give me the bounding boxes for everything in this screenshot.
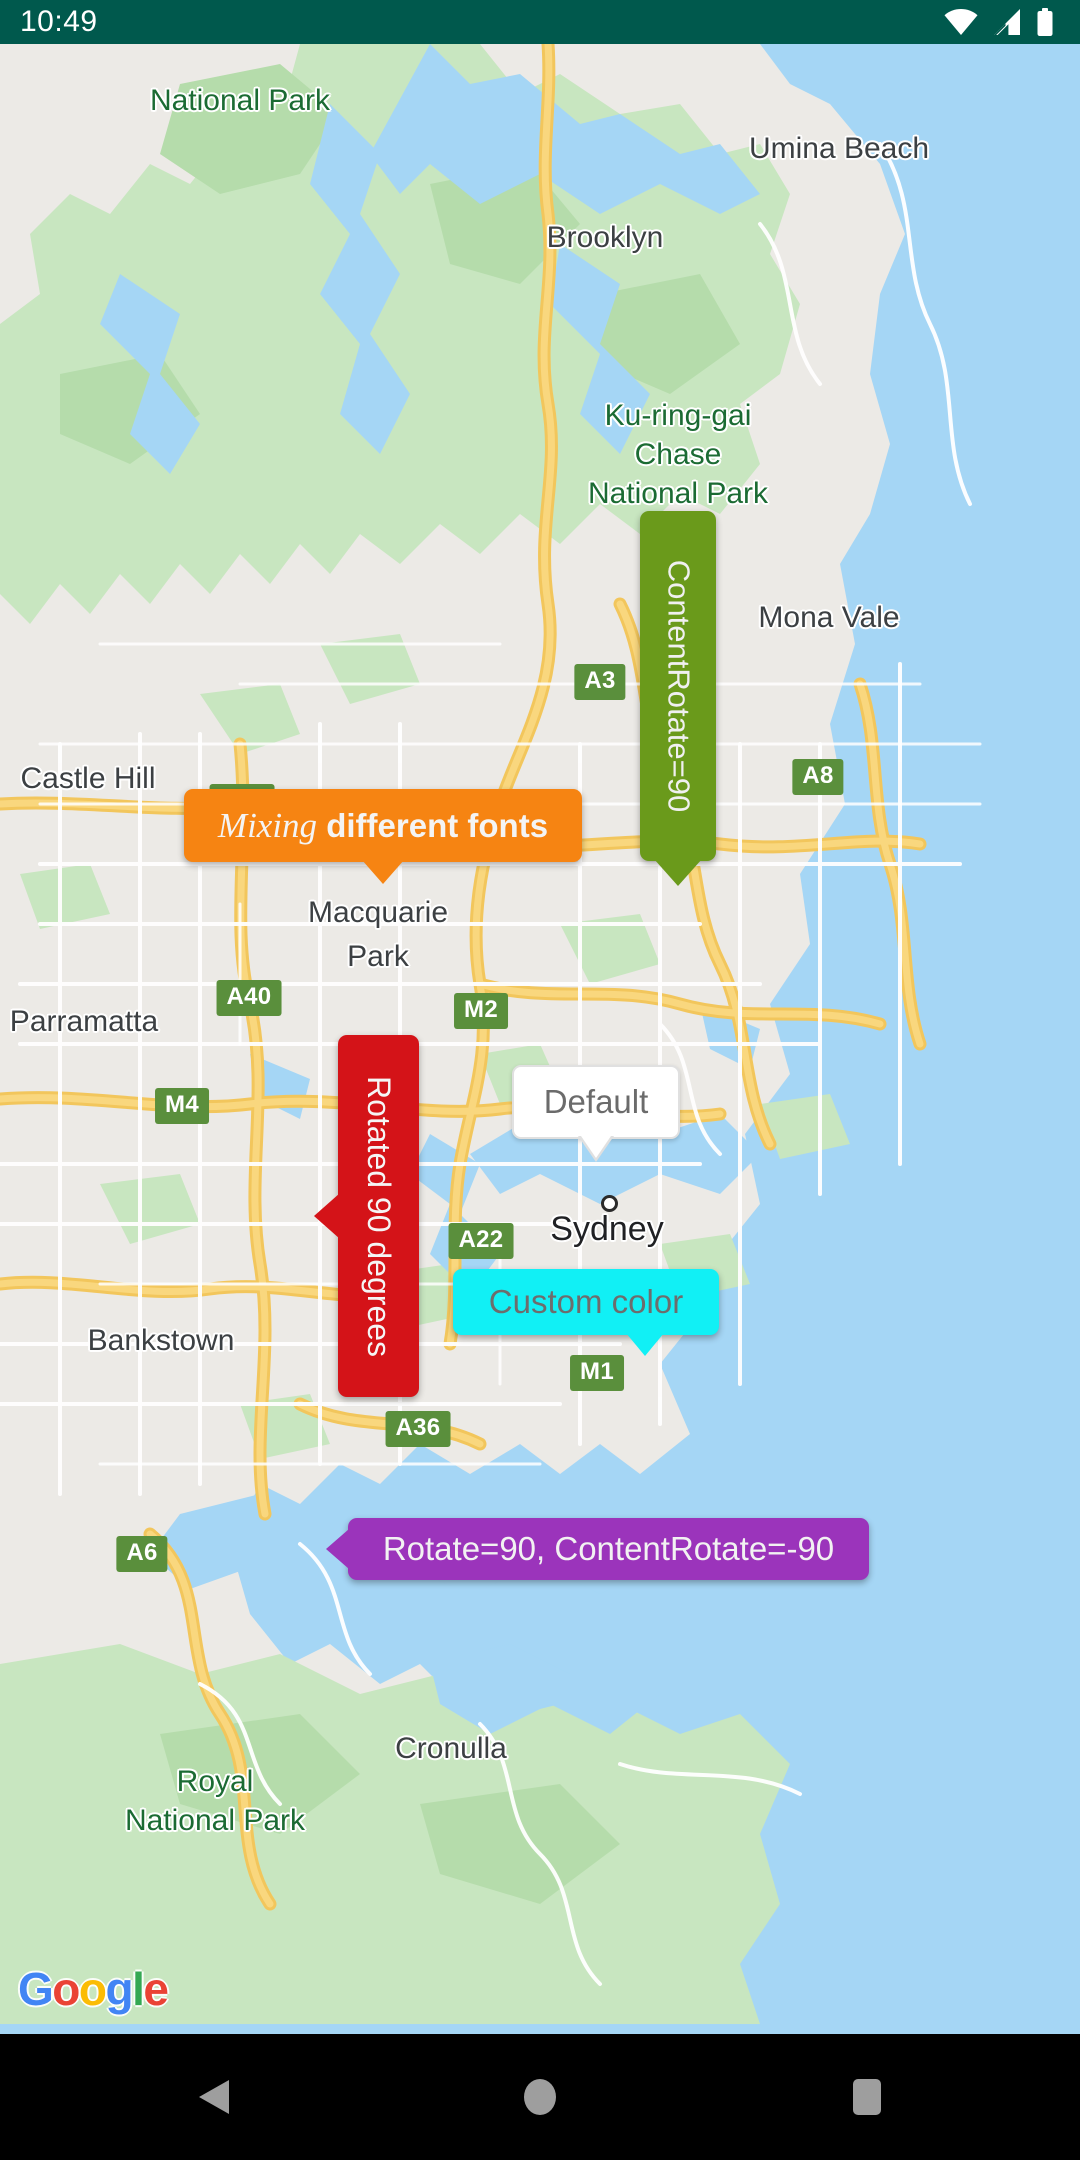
callout-tail bbox=[654, 859, 702, 886]
rotate-contentrotate-callout-label: Rotate=90, ContentRotate=-90 bbox=[382, 1530, 835, 1567]
status-bar-icons bbox=[944, 8, 1060, 36]
callout-tail bbox=[581, 1136, 611, 1158]
map-canvas[interactable]: .land{fill:#eceae6} .green{fill:#c8e6c0}… bbox=[0, 44, 1080, 2034]
callout-tail bbox=[326, 1529, 349, 1569]
square-icon bbox=[852, 2079, 881, 2115]
custom-color-callout[interactable]: Custom color bbox=[453, 1269, 719, 1356]
road-shield: A3 bbox=[574, 664, 626, 700]
callout-tail bbox=[314, 1193, 340, 1239]
mixing-fonts-italic-part: Mixing bbox=[217, 805, 318, 845]
recents-button[interactable] bbox=[655, 2034, 1080, 2160]
road-shield: M4 bbox=[155, 1088, 209, 1124]
map-tiles: .land{fill:#eceae6} .green{fill:#c8e6c0}… bbox=[0, 44, 1080, 2034]
content-rotate-90-callout[interactable]: ContentRotate=90 bbox=[640, 511, 716, 886]
battery-icon bbox=[1037, 8, 1053, 36]
callout-tail bbox=[362, 860, 404, 884]
mixing-fonts-callout[interactable]: Mixing different fonts bbox=[184, 789, 582, 884]
google-logo-letter: o bbox=[78, 1963, 107, 2015]
back-button[interactable] bbox=[0, 2034, 425, 2160]
content-rotate-90-callout-label: ContentRotate=90 bbox=[661, 559, 696, 813]
callout-tail bbox=[626, 1333, 664, 1356]
sydney-poi-marker[interactable] bbox=[601, 1195, 618, 1212]
google-logo-letter: l bbox=[132, 1963, 145, 2015]
road-shield: M1 bbox=[570, 1355, 624, 1391]
road-shield: A40 bbox=[216, 980, 282, 1016]
rotated-90-degrees-callout-label: Rotated 90 degrees bbox=[361, 1075, 397, 1357]
triangle-left-icon bbox=[199, 2080, 229, 2114]
road-shield: A6 bbox=[116, 1536, 168, 1572]
google-logo: Google bbox=[18, 1962, 169, 2016]
android-nav-bar bbox=[0, 2034, 1080, 2160]
road-shield: A22 bbox=[448, 1223, 514, 1259]
cell-signal-icon bbox=[994, 9, 1020, 35]
custom-color-callout-label: Custom color bbox=[488, 1283, 684, 1320]
google-logo-letter: e bbox=[143, 1963, 169, 2015]
road-shield: M2 bbox=[454, 993, 508, 1029]
status-bar-clock: 10:49 bbox=[20, 5, 98, 38]
road-shield: A36 bbox=[385, 1411, 451, 1447]
home-button[interactable] bbox=[425, 2034, 654, 2160]
circle-icon bbox=[523, 2079, 556, 2115]
status-bar: 10:49 bbox=[0, 0, 1080, 44]
default-callout[interactable]: Default bbox=[512, 1065, 680, 1162]
default-callout-label: Default bbox=[543, 1083, 649, 1120]
google-logo-letter: o bbox=[52, 1963, 80, 2015]
mixing-fonts-callout-label: Mixing different fonts bbox=[218, 806, 548, 846]
road-shield: A8 bbox=[792, 759, 844, 795]
mixing-fonts-bold-part: different fonts bbox=[326, 806, 549, 844]
rotate-contentrotate-callout[interactable]: Rotate=90, ContentRotate=-90 bbox=[326, 1518, 869, 1580]
wifi-icon bbox=[944, 9, 978, 35]
google-logo-letter: g bbox=[105, 1963, 134, 2015]
rotated-90-degrees-callout[interactable]: Rotated 90 degrees bbox=[314, 1035, 419, 1397]
google-logo-letter: G bbox=[18, 1963, 54, 2015]
